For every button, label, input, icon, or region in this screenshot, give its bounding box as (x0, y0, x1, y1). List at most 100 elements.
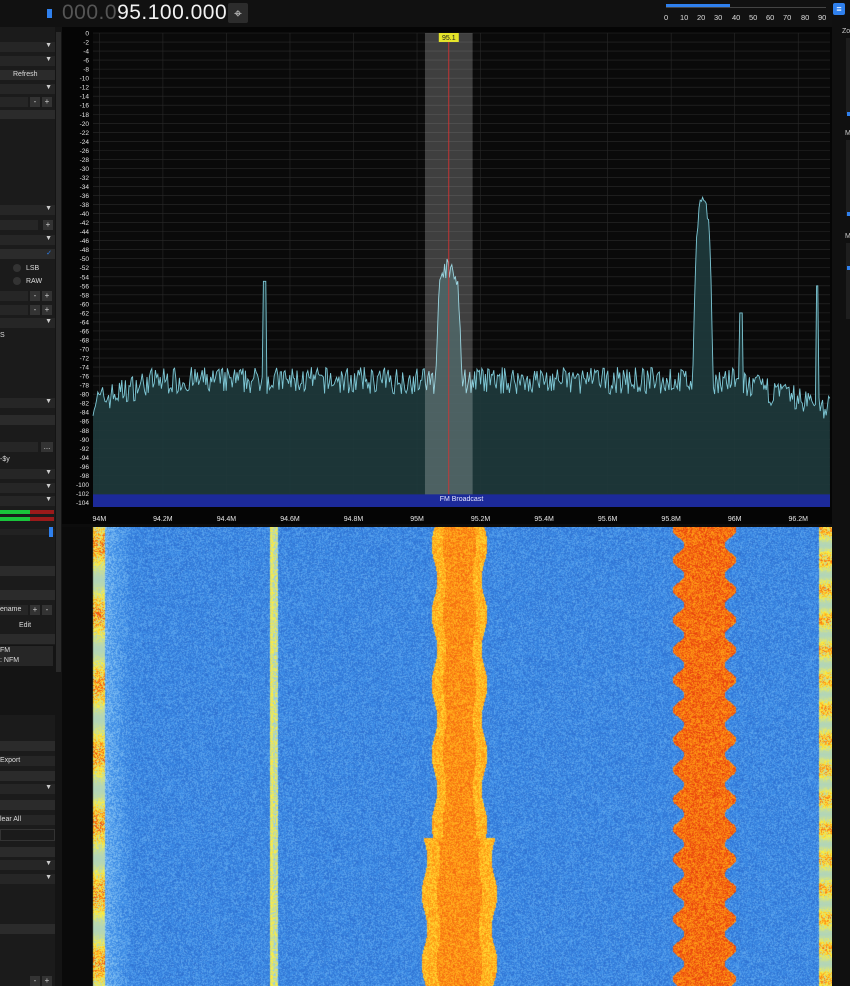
edit-label[interactable]: Edit (19, 622, 31, 629)
source-select[interactable]: ▼ (0, 42, 55, 52)
browse-button[interactable]: ... (41, 442, 53, 452)
y-tick-label: -22 (80, 130, 90, 137)
display-select[interactable]: ▼ (0, 784, 55, 794)
scale-label: 50 (749, 13, 758, 22)
y-tick-label: -16 (80, 103, 90, 110)
x-tick-label: 94.2M (153, 516, 173, 523)
refresh-button[interactable]: Refresh (0, 70, 55, 80)
scrollbar-thumb[interactable] (56, 32, 61, 672)
browse-label: ... (43, 442, 51, 451)
y-tick-label: -60 (80, 301, 90, 308)
chevron-down-icon: ▼ (45, 42, 52, 49)
remove-button[interactable]: - (42, 605, 52, 615)
raw-radio[interactable] (13, 277, 21, 285)
volume-meter[interactable] (47, 9, 52, 18)
section-header[interactable] (0, 566, 55, 576)
search-field[interactable] (0, 829, 55, 841)
option-select[interactable]: ▼ (0, 860, 55, 870)
section-header[interactable] (0, 800, 55, 810)
section-header[interactable] (0, 590, 55, 600)
menu-icon[interactable]: ≡ (833, 3, 845, 15)
snap-field[interactable] (0, 305, 28, 315)
format-select[interactable]: ▼ (0, 469, 55, 479)
plus-button[interactable]: + (42, 97, 52, 107)
side-text: S (0, 332, 5, 339)
clear-all-button[interactable]: lear All (0, 815, 55, 825)
y-tick-label: -6 (83, 58, 89, 65)
add-button[interactable]: + (30, 605, 40, 615)
minus-button[interactable]: - (30, 291, 40, 301)
option-select[interactable]: ▼ (0, 874, 55, 884)
rename-button[interactable]: ename (0, 605, 28, 615)
min-label: M (845, 233, 850, 240)
waterfall-display[interactable] (62, 527, 832, 986)
enable-checkbox-row[interactable]: ✓ (0, 249, 55, 259)
sidebar-scrollbar[interactable] (55, 27, 62, 986)
list-item-label: : NFM (0, 657, 20, 664)
left-sidebar: ▼ ▼ Refresh ▼ - + ▼ + ▼ ✓ LSB RAW - + - … (0, 27, 55, 986)
x-axis-ticks: 94M 94.2M 94.4M 94.6M 94.8M 95M 95.2M 95.4M 95.6… (93, 516, 809, 523)
y-tick-label: -92 (80, 446, 90, 453)
plus-button[interactable]: + (43, 220, 53, 230)
y-tick-label: -54 (80, 274, 90, 281)
y-tick-label: -4 (83, 49, 89, 56)
section-header[interactable] (0, 110, 55, 119)
device-select[interactable]: ▼ (0, 56, 55, 66)
center-tuning-button[interactable]: ⌖ (228, 3, 248, 23)
section-header[interactable] (0, 415, 55, 425)
y-tick-label: -36 (80, 193, 90, 200)
lsb-radio[interactable] (13, 264, 21, 272)
chevron-down-icon: ▼ (45, 235, 52, 242)
chevron-down-icon: ▼ (45, 483, 52, 490)
snr-scale[interactable]: 0 10 20 30 40 50 60 70 80 90 (662, 4, 830, 22)
x-tick-label: 94.4M (217, 516, 237, 523)
path-field[interactable] (0, 442, 38, 452)
section-header[interactable] (0, 924, 55, 934)
frequency-dim-digits[interactable]: 000.0 (62, 1, 117, 24)
option-select[interactable]: ▼ (0, 235, 55, 245)
fft-spectrum[interactable]: 0 -2 -4 -6 -8 -10 -12 -14 -16 -18 -20 -22 -24 -26 -28 -… (62, 27, 832, 524)
section-header[interactable] (0, 771, 55, 781)
container-select[interactable]: ▼ (0, 483, 55, 493)
y-axis-ticks: 0 -2 -4 -6 -8 -10 -12 -14 -16 -18 -20 -22 -24 -26 -28 -… (76, 31, 89, 507)
min-slider[interactable] (846, 243, 850, 319)
minus-button[interactable]: - (30, 305, 40, 315)
y-tick-label: -40 (80, 211, 90, 218)
export-label: Export (0, 757, 21, 764)
samplerate-select[interactable]: ▼ (0, 84, 55, 94)
y-tick-label: -90 (80, 437, 90, 444)
squelch-field[interactable] (0, 291, 28, 301)
bandwidth-field[interactable] (0, 220, 38, 230)
max-slider[interactable] (846, 140, 850, 216)
radio-mode-select[interactable]: ▼ (0, 205, 55, 215)
zoom-slider[interactable] (846, 38, 850, 114)
plus-button[interactable]: + (42, 305, 52, 315)
frequency-display[interactable]: 000.095.100.000 (62, 1, 227, 25)
list-item[interactable]: FM (0, 646, 53, 656)
bookmark-list[interactable]: FM : NFM (0, 645, 55, 715)
section-header[interactable] (0, 847, 55, 857)
chevron-down-icon: ▼ (45, 860, 52, 867)
list-item[interactable]: : NFM (0, 656, 53, 666)
export-button[interactable]: Export (0, 756, 55, 766)
y-tick-label: -12 (80, 85, 90, 92)
section-header[interactable] (0, 741, 55, 751)
volume-slider[interactable] (0, 529, 55, 535)
snr-track (666, 7, 826, 8)
scale-label: 30 (714, 13, 723, 22)
y-tick-label: -38 (80, 202, 90, 209)
plus-button[interactable]: + (42, 976, 52, 986)
frequency-bright-digits[interactable]: 95.100.000 (117, 1, 227, 24)
minus-button[interactable]: - (30, 976, 40, 986)
gain-field[interactable] (0, 97, 28, 107)
plus-button[interactable]: + (42, 291, 52, 301)
minus-button[interactable]: - (30, 97, 40, 107)
x-tick-label: 95.4M (534, 516, 554, 523)
refresh-label: Refresh (13, 71, 38, 78)
volume-slider-handle[interactable] (49, 527, 53, 537)
mode-select[interactable]: ▼ (0, 496, 55, 506)
y-tick-label: -84 (80, 410, 90, 417)
sink-select[interactable]: ▼ (0, 398, 55, 408)
scale-label: 70 (783, 13, 792, 22)
deemphasis-select[interactable]: ▼ (0, 318, 55, 328)
